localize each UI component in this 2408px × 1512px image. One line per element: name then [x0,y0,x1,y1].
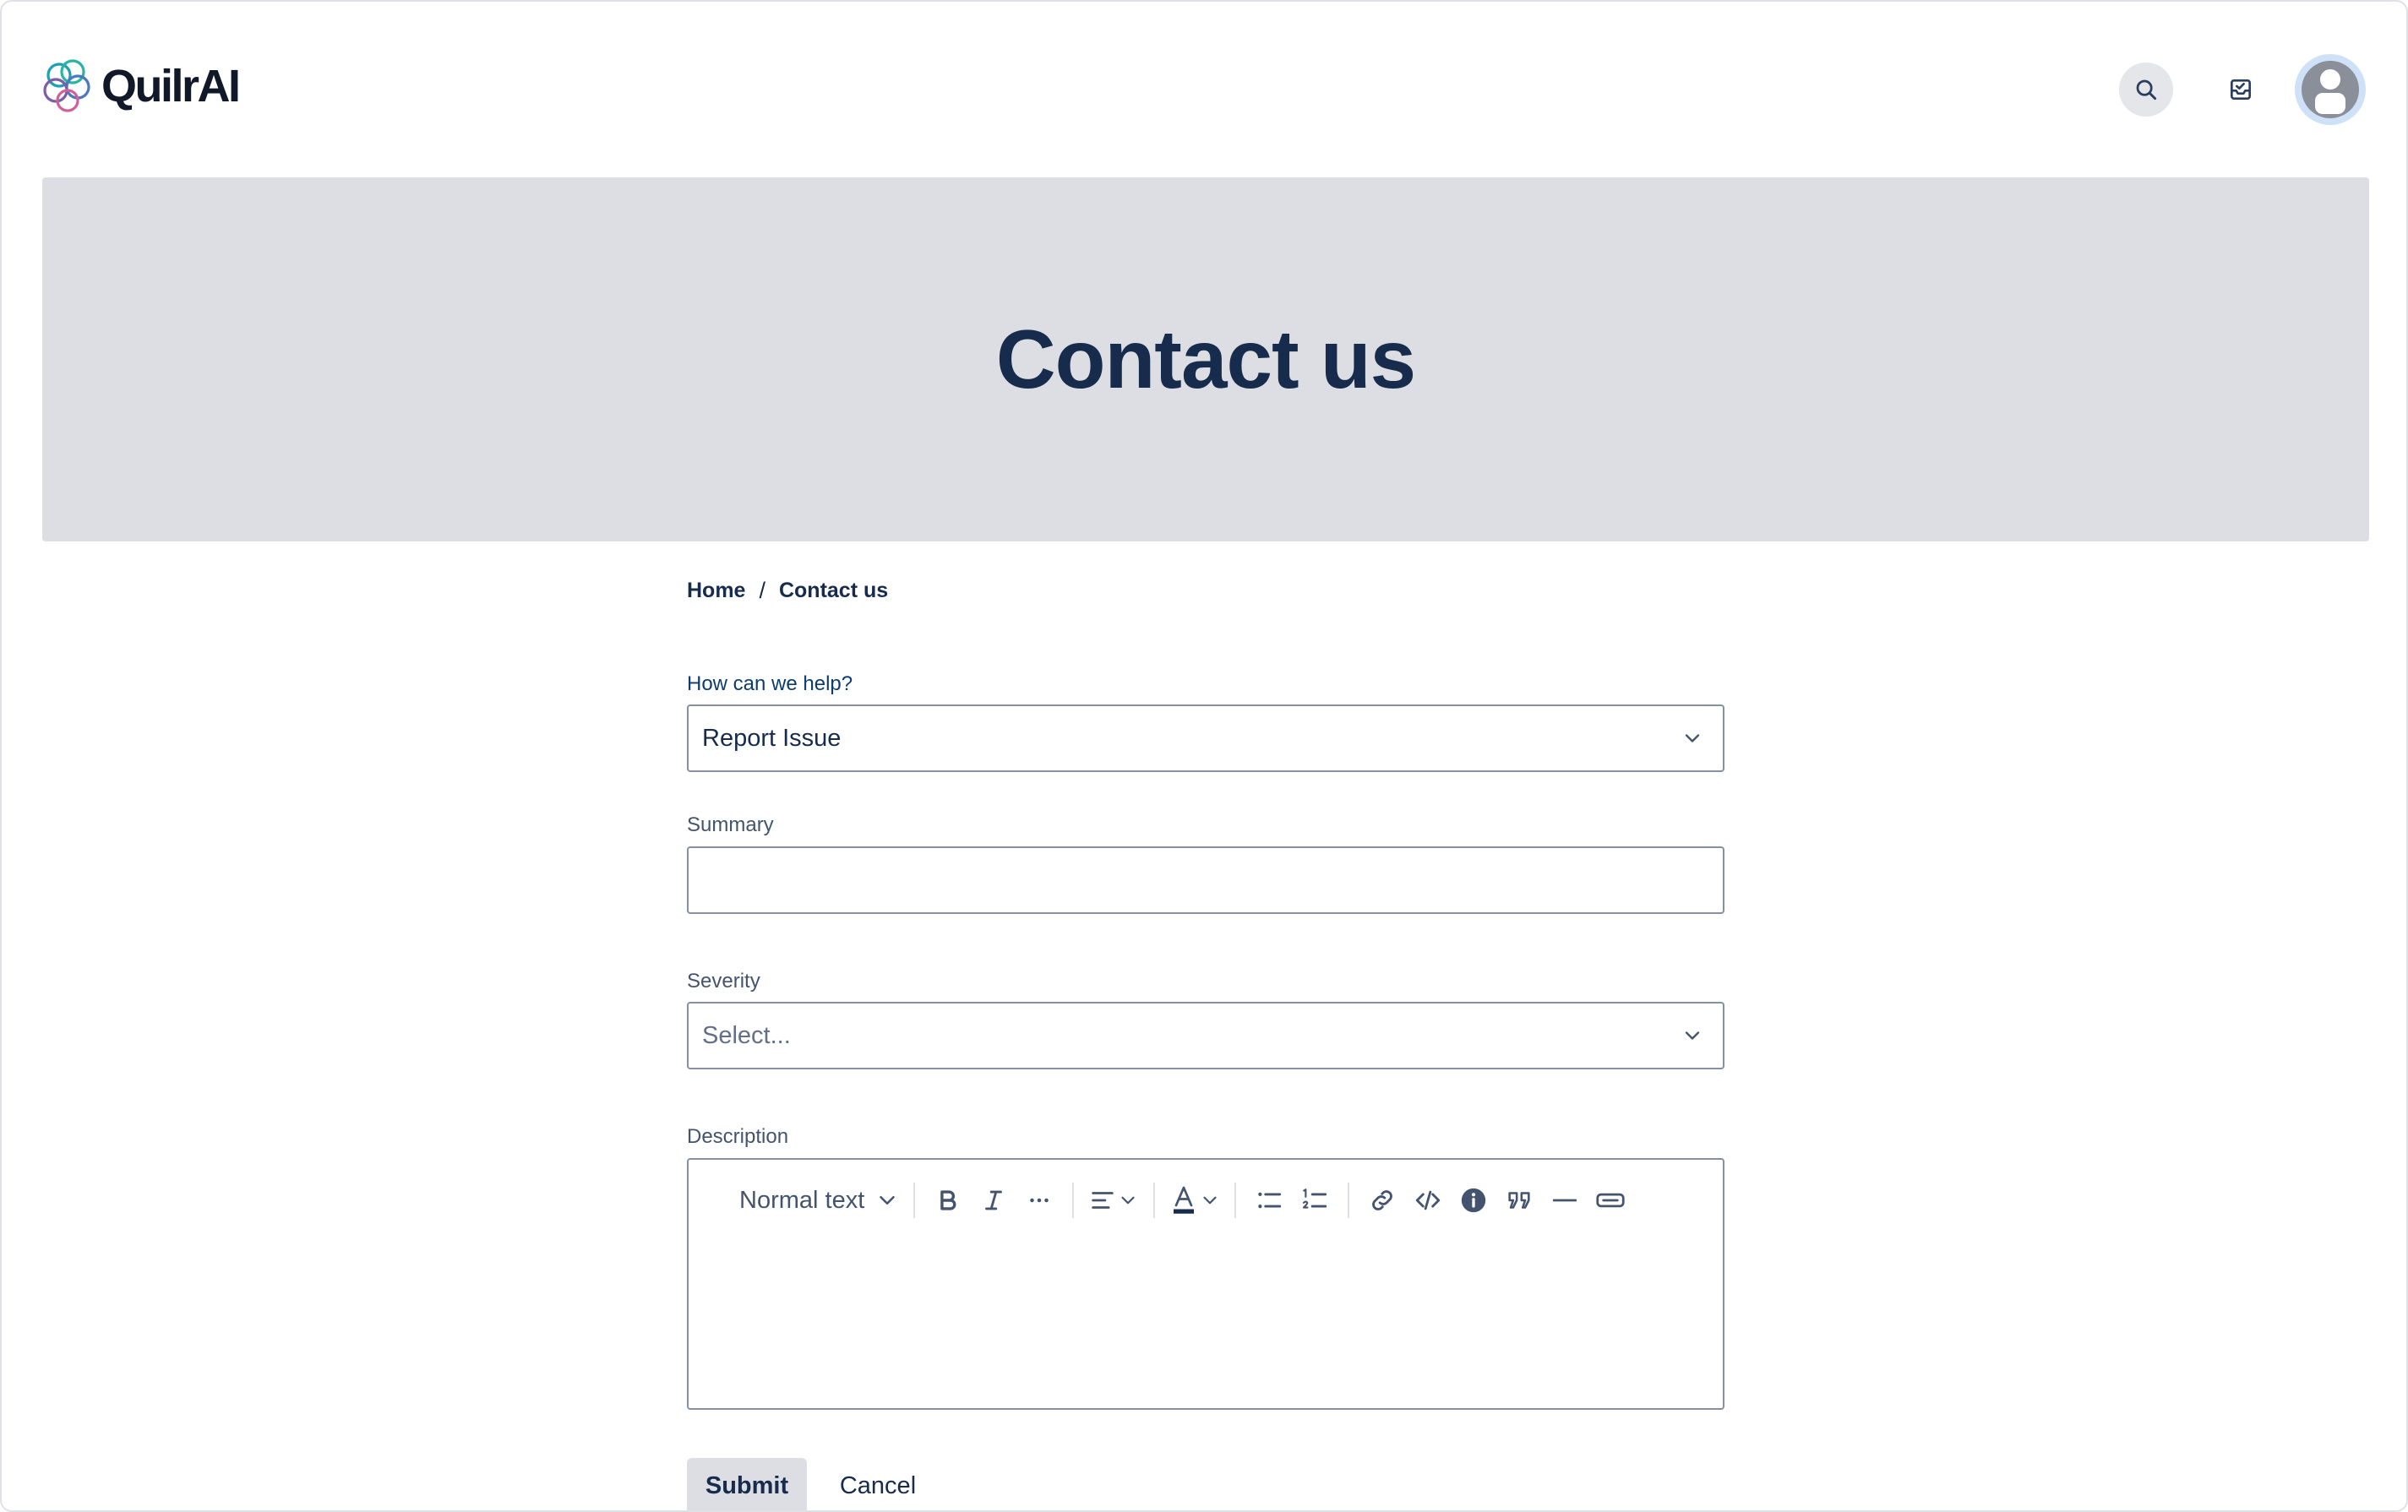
brand-logo[interactable]: QuilrAI [41,56,241,117]
chevron-down-icon [880,1196,896,1205]
quote-button[interactable] [1496,1178,1542,1222]
hero-banner: Contact us [42,177,2369,541]
toolbar-divider [1072,1183,1075,1218]
user-avatar-icon [2315,69,2345,114]
chevron-down-icon [1685,734,1700,742]
info-panel-button[interactable] [1451,1178,1496,1222]
more-formatting-button[interactable] [1016,1178,1062,1222]
toolbar-divider [1234,1183,1237,1218]
align-icon [1092,1192,1114,1209]
severity-select[interactable]: Select... [687,1002,1724,1069]
bold-icon [940,1190,956,1210]
numbered-list-icon [1303,1188,1327,1209]
divider-button[interactable] [1542,1178,1588,1222]
bullet-list-icon [1258,1192,1282,1209]
text-color-icon [1174,1186,1195,1214]
top-header: QuilrAI [2,2,2406,176]
inbox-icon [2231,79,2251,100]
chevron-down-icon [1121,1196,1135,1205]
summary-label: Summary [687,813,774,836]
breadcrumb-contact-link[interactable]: Contact us [779,579,888,603]
cancel-button[interactable]: Cancel [823,1458,933,1510]
submit-button[interactable]: Submit [687,1458,807,1510]
quote-icon [1508,1192,1530,1209]
severity-placeholder: Select... [702,1021,791,1049]
info-panel-icon [1462,1188,1486,1213]
chevron-down-icon [1685,1031,1700,1040]
severity-label: Severity [687,970,760,993]
text-color-dropdown[interactable] [1165,1178,1224,1222]
toolbar-divider [1153,1183,1156,1218]
summary-input[interactable] [702,848,1709,912]
numbered-list-button[interactable] [1292,1178,1337,1222]
text-style-label: Normal text [739,1186,865,1214]
editor-toolbar: Normal text [689,1175,1723,1226]
expand-button[interactable] [1588,1178,1633,1222]
italic-button[interactable] [971,1178,1016,1222]
chevron-down-icon [1203,1196,1217,1205]
help-type-label: How can we help? [687,672,853,695]
page-title: Contact us [995,313,1416,405]
breadcrumb-home-link[interactable]: Home [687,579,745,603]
avatar [2302,61,2359,118]
italic-icon [985,1190,1003,1210]
alignment-dropdown[interactable] [1084,1178,1143,1222]
code-button[interactable] [1405,1178,1451,1222]
summary-field[interactable] [687,846,1724,914]
text-style-dropdown[interactable]: Normal text [739,1178,903,1222]
quilrai-logo-icon [43,59,90,112]
bullet-list-button[interactable] [1246,1178,1292,1222]
divider-icon [1553,1199,1577,1202]
search-icon [2136,79,2157,101]
help-type-value: Report Issue [702,724,842,752]
page-frame: QuilrAI Contact us Home / Contact us How… [0,0,2408,1512]
breadcrumb-separator: / [759,578,765,603]
description-editor[interactable]: Normal text [687,1158,1724,1410]
link-icon [1372,1190,1393,1210]
brand-name: QuilrAI [101,61,241,111]
more-icon [1030,1198,1049,1203]
breadcrumb: Home / Contact us [687,578,888,604]
link-button[interactable] [1359,1178,1405,1222]
bold-button[interactable] [925,1178,971,1222]
help-type-select[interactable]: Report Issue [687,704,1724,772]
requests-inbox-button[interactable] [2214,63,2268,117]
toolbar-divider [913,1183,916,1218]
description-label: Description [687,1125,789,1148]
search-button[interactable] [2119,63,2173,117]
expand-icon [1596,1193,1625,1208]
code-icon [1416,1190,1441,1210]
user-avatar-button[interactable] [2295,54,2366,125]
toolbar-divider [1348,1183,1350,1218]
